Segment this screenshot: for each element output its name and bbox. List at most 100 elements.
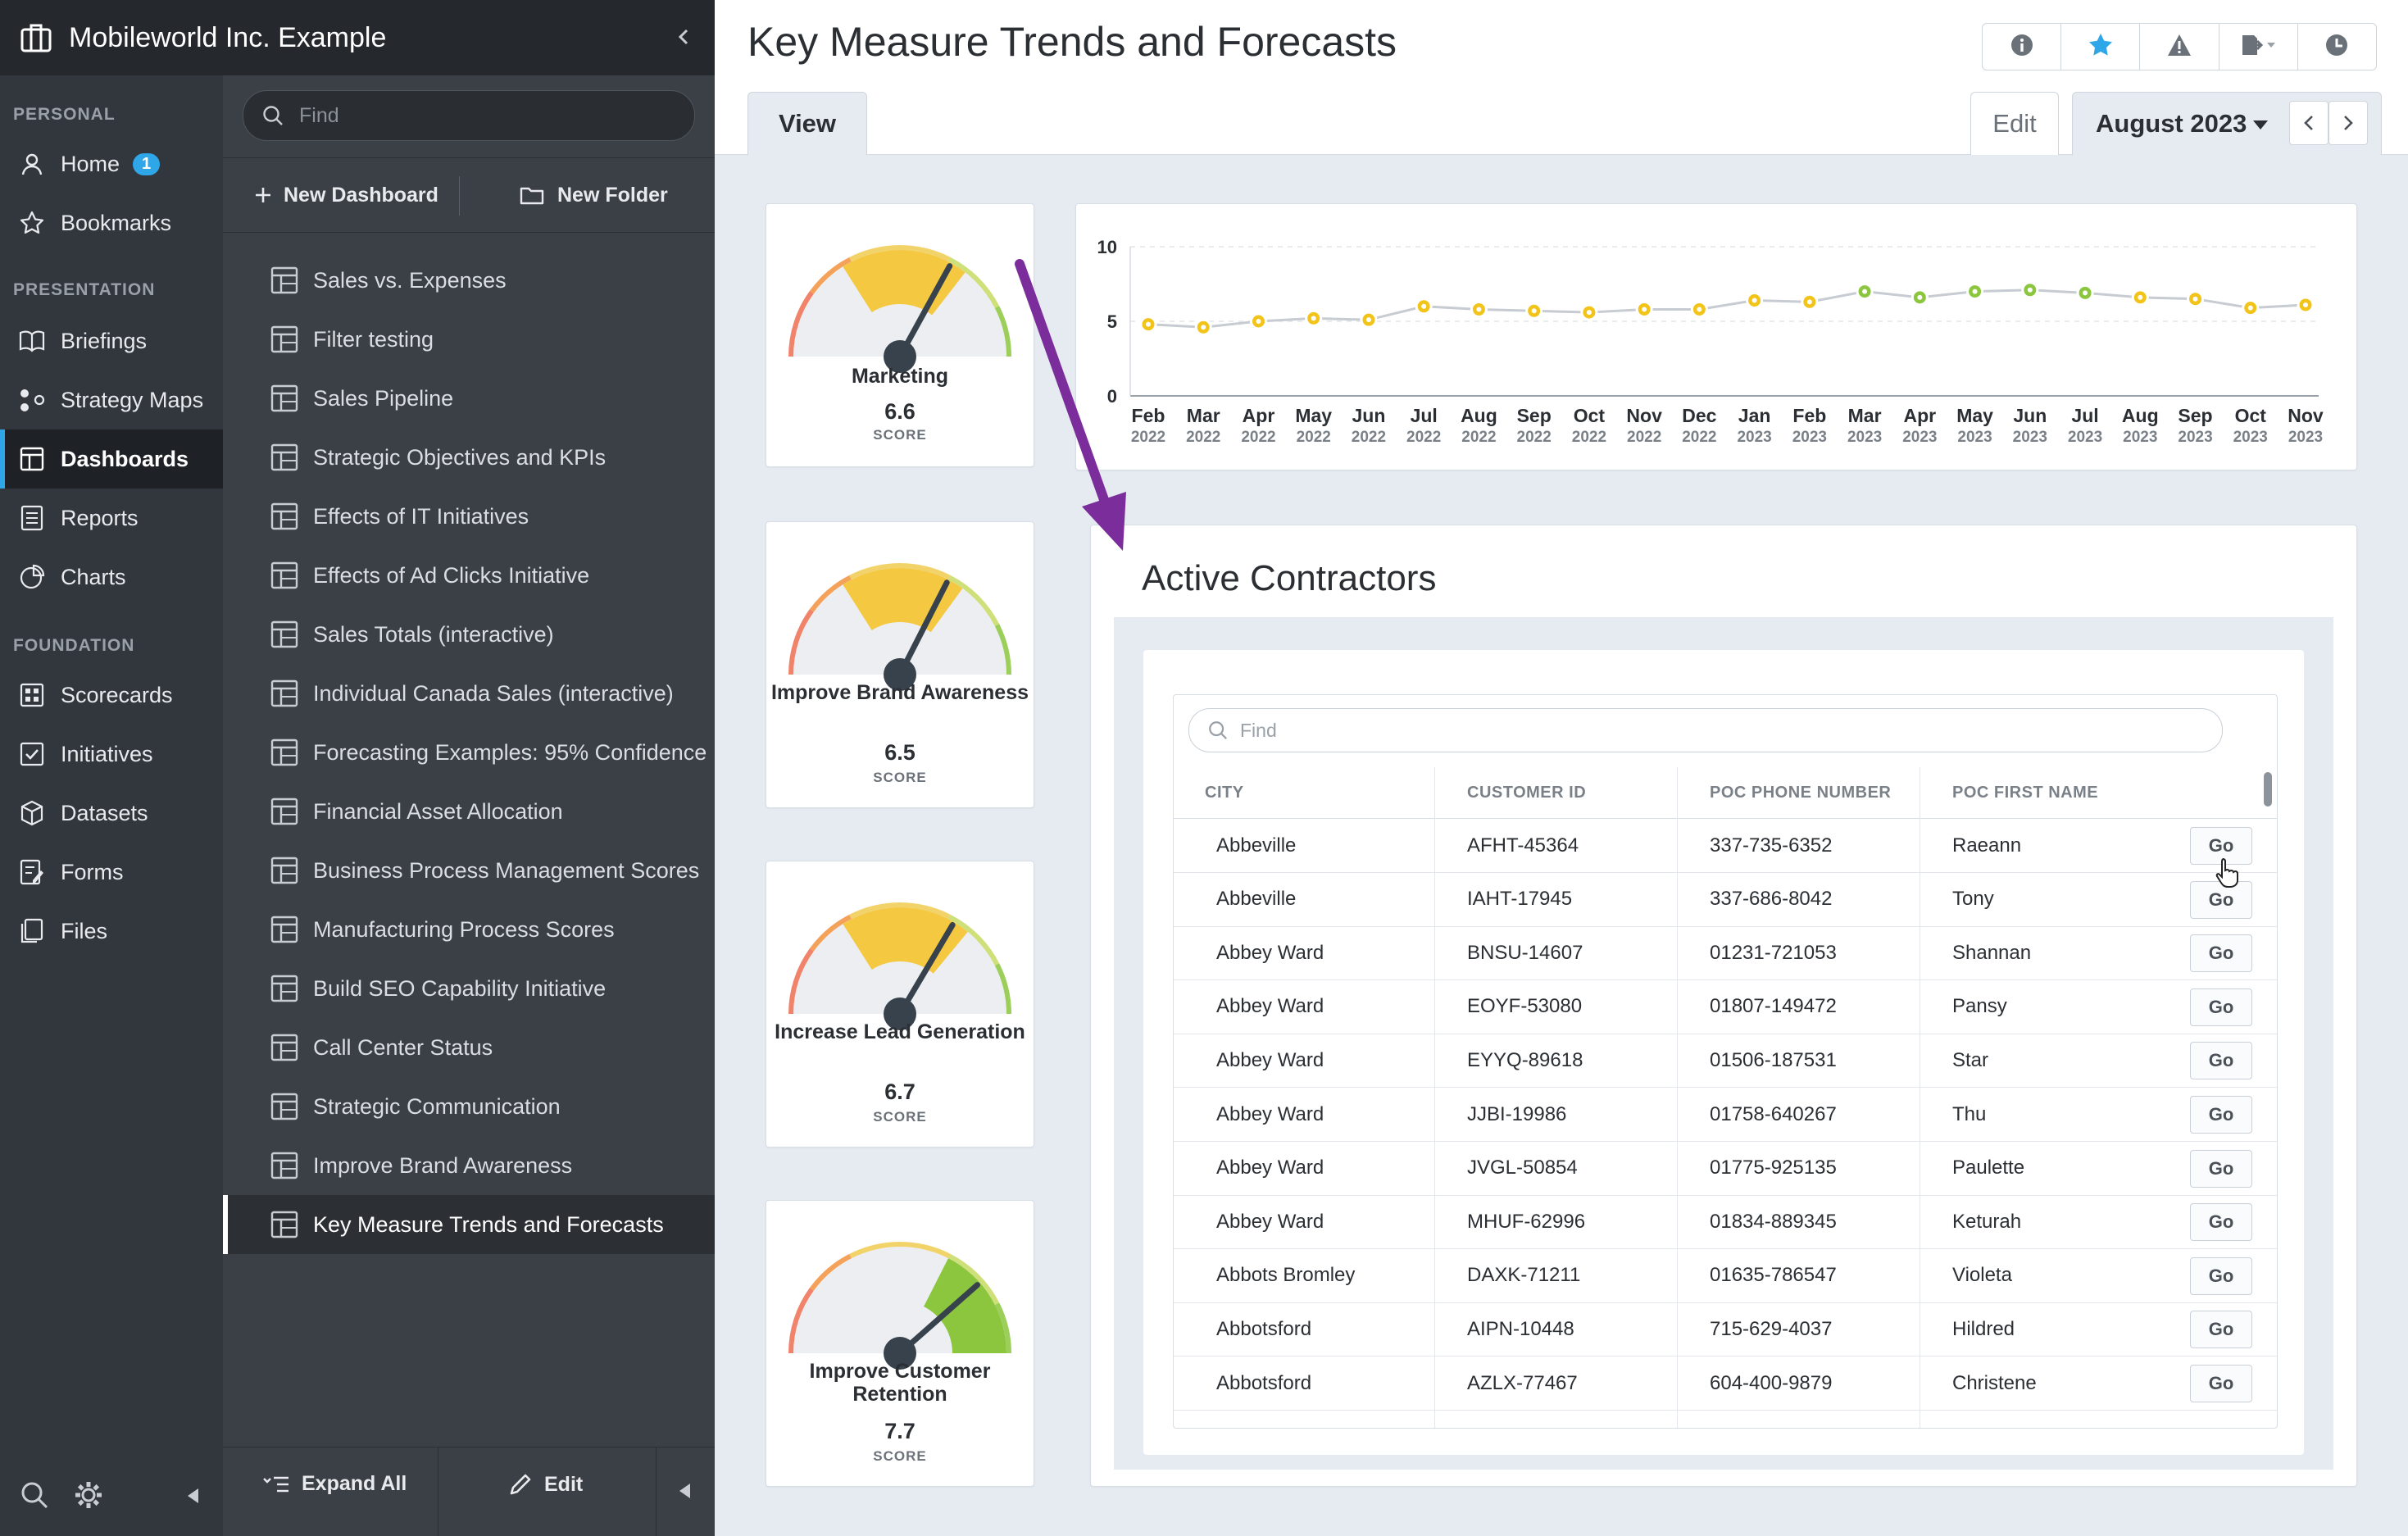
dashboard-list-item[interactable]: Financial Asset Allocation [223, 782, 715, 841]
edit-list-button[interactable]: Edit [508, 1472, 583, 1497]
dashboard-list-item[interactable]: Manufacturing Process Scores [223, 900, 715, 959]
column-header-poc-first-name[interactable]: POC FIRST NAME [1952, 767, 2098, 818]
go-button[interactable]: Go [2190, 1257, 2252, 1295]
dashboard-search-input[interactable]: Find [243, 90, 695, 141]
dashboard-list-item[interactable]: Forecasting Examples: 95% Confidence [223, 723, 715, 782]
cell-poc-first-name: Pansy [1952, 995, 2007, 1018]
table-row[interactable]: Abbotsford AIPN-10448 715-629-4037 Hildred G… [1174, 1302, 2277, 1357]
contractors-grid-container: Find CITY CUSTOMER ID POC PHONE NUMBER P… [1114, 617, 2333, 1470]
dashboard-list-item[interactable]: Strategic Communication [223, 1077, 715, 1136]
tab-view[interactable]: View [747, 92, 867, 155]
go-button[interactable]: Go [2190, 1365, 2252, 1402]
expand-all-button[interactable]: Expand All [262, 1472, 407, 1496]
go-button[interactable]: Go [2190, 1203, 2252, 1242]
caret-down-icon[interactable] [2253, 120, 2268, 130]
column-header-city[interactable]: CITY [1205, 767, 1244, 818]
go-button[interactable]: Go [2190, 1149, 2252, 1188]
dashboard-list-item[interactable]: Strategic Objectives and KPIs [223, 428, 715, 487]
dashboard-list-item[interactable]: Sales vs. Expenses [223, 251, 715, 310]
gauge-card-improve-brand-awareness[interactable]: Improve Brand Awareness 6.5 SCORE [766, 521, 1034, 808]
previous-period-button[interactable] [2289, 101, 2328, 145]
table-row[interactable]: Abbotsford AZLX-77467 604-400-9879 Christen… [1174, 1356, 2277, 1411]
go-button[interactable]: Go [2190, 1311, 2252, 1349]
data-point-center [2083, 290, 2088, 296]
cell-customer-id: JJBI-19986 [1467, 1102, 1567, 1125]
new-folder-button[interactable]: New Folder [520, 158, 668, 232]
table-row[interactable]: Abbey Ward EOYF-53080 01807-149472 Pansy Go [1174, 980, 2277, 1034]
data-point-center [1476, 307, 1482, 312]
action-separator [459, 176, 460, 216]
gauge-card-improve-customer-retention[interactable]: Improve Customer Retention 7.7 SCORE [766, 1200, 1034, 1487]
collapse-nav-icon[interactable] [185, 1487, 200, 1509]
table-row[interactable]: Abbeville IAHT-17945 337-686-8042 Tony Go [1174, 873, 2277, 927]
info-button[interactable] [1983, 24, 2062, 70]
dashboard-list-item[interactable]: Business Process Management Scores [223, 841, 715, 900]
dashboard-list-item[interactable]: Sales Pipeline [223, 369, 715, 428]
table-row[interactable]: Abbey Ward EYYQ-89618 01506-187531 Star Go [1174, 1034, 2277, 1088]
nav-item-files[interactable]: Files [0, 902, 223, 961]
data-point-center [1972, 289, 1978, 294]
next-period-button[interactable] [2328, 101, 2368, 145]
table-row[interactable]: Abbeville AFHT-45364 337-735-6352 Raeann Go [1174, 819, 2277, 873]
x-tick-year: 2023 [2123, 429, 2157, 446]
go-button[interactable]: Go [2190, 1042, 2252, 1080]
table-row[interactable]: Abbots Bromley DAXK-71211 01635-786547 Viol… [1174, 1249, 2277, 1303]
nav-item-forms[interactable]: Forms [0, 843, 223, 902]
dashboard-list-item-label: Sales vs. Expenses [313, 267, 507, 293]
nav-item-initiatives[interactable]: Initiatives [0, 725, 223, 784]
dashboard-list-item-label: Call Center Status [313, 1034, 493, 1060]
nav-item-strategy-maps[interactable]: Strategy Maps [0, 370, 223, 429]
bookmark-button[interactable] [2061, 24, 2141, 70]
nav-item-charts[interactable]: Charts [0, 548, 223, 607]
go-button[interactable]: Go [2190, 988, 2252, 1026]
nav-item-datasets[interactable]: Datasets [0, 784, 223, 843]
nav-item-reports[interactable]: Reports [0, 489, 223, 548]
gauge-card-marketing[interactable]: Marketing 6.6 SCORE [766, 203, 1034, 467]
dashboard-list-item[interactable]: Sales Totals (interactive) [223, 605, 715, 664]
nav-item-bookmarks[interactable]: Bookmarks [0, 193, 223, 252]
nav-item-label: Initiatives [61, 741, 153, 766]
table-row[interactable]: Abbey Ward MHUF-62996 01834-889345 Keturah G… [1174, 1195, 2277, 1250]
dashboard-list-item[interactable]: Key Measure Trends and Forecasts [223, 1195, 715, 1254]
gauge-card-increase-lead-generation[interactable]: Increase Lead Generation 6.7 SCORE [766, 861, 1034, 1147]
dashboard-list-item[interactable]: Individual Canada Sales (interactive) [223, 664, 715, 723]
x-tick-year: 2022 [1241, 429, 1275, 446]
nav-item-dashboards[interactable]: Dashboards [0, 429, 223, 489]
expand-all-icon [262, 1474, 290, 1495]
tab-edit[interactable]: Edit [1970, 92, 2059, 155]
toolbar [1982, 23, 2377, 70]
history-button[interactable] [2298, 24, 2376, 70]
table-scrollbar[interactable] [2264, 772, 2272, 807]
nav-item-briefings[interactable]: Briefings [0, 311, 223, 370]
page-title: Key Measure Trends and Forecasts [747, 19, 1397, 65]
dashboard-list-item[interactable]: Filter testing [223, 310, 715, 369]
dashboard-list-item[interactable]: Build SEO Capability Initiative [223, 959, 715, 1018]
go-button[interactable]: Go [2190, 934, 2252, 973]
table-row[interactable]: Abbey Ward BNSU-14607 01231-721053 Shannan G… [1174, 926, 2277, 981]
dashboard-list-item[interactable]: Call Center Status [223, 1018, 715, 1077]
gear-icon[interactable] [74, 1480, 103, 1514]
collapse-panel-icon[interactable] [677, 23, 690, 53]
dashboard-list-item[interactable]: Improve Brand Awareness [223, 1136, 715, 1195]
search-icon[interactable] [20, 1480, 49, 1514]
column-header-customer-id[interactable]: CUSTOMER ID [1467, 767, 1586, 818]
plus-icon [254, 186, 272, 204]
new-dashboard-button[interactable]: New Dashboard [254, 158, 438, 232]
contractors-search-input[interactable]: Find [1188, 708, 2223, 752]
dashboard-list-item-label: Effects of IT Initiatives [313, 503, 529, 529]
dashboard-list-item[interactable]: Effects of IT Initiatives [223, 487, 715, 546]
alerts-button[interactable] [2140, 24, 2219, 70]
cell-poc-phone: 01231-721053 [1710, 941, 1837, 964]
table-row[interactable]: Abbey Ward JJBI-19986 01758-640267 Thu Go [1174, 1088, 2277, 1142]
column-header-poc-phone[interactable]: POC PHONE NUMBER [1710, 767, 1891, 818]
nav-item-home[interactable]: Home 1 [0, 134, 223, 193]
table-row[interactable]: Abbey Ward JVGL-50854 01775-925135 Paulette… [1174, 1142, 2277, 1196]
x-tick-month: Nov [2288, 405, 2324, 426]
nav-item-scorecards[interactable]: Scorecards [0, 666, 223, 725]
collapse-panel-icon[interactable] [677, 1482, 692, 1504]
dashboard-list-item[interactable]: Effects of Ad Clicks Initiative [223, 546, 715, 605]
go-button[interactable]: Go [2190, 1096, 2252, 1134]
x-tick-month: May [1956, 405, 1993, 426]
export-button[interactable] [2219, 24, 2298, 70]
period-dropdown[interactable]: August 2023 [2096, 109, 2247, 139]
